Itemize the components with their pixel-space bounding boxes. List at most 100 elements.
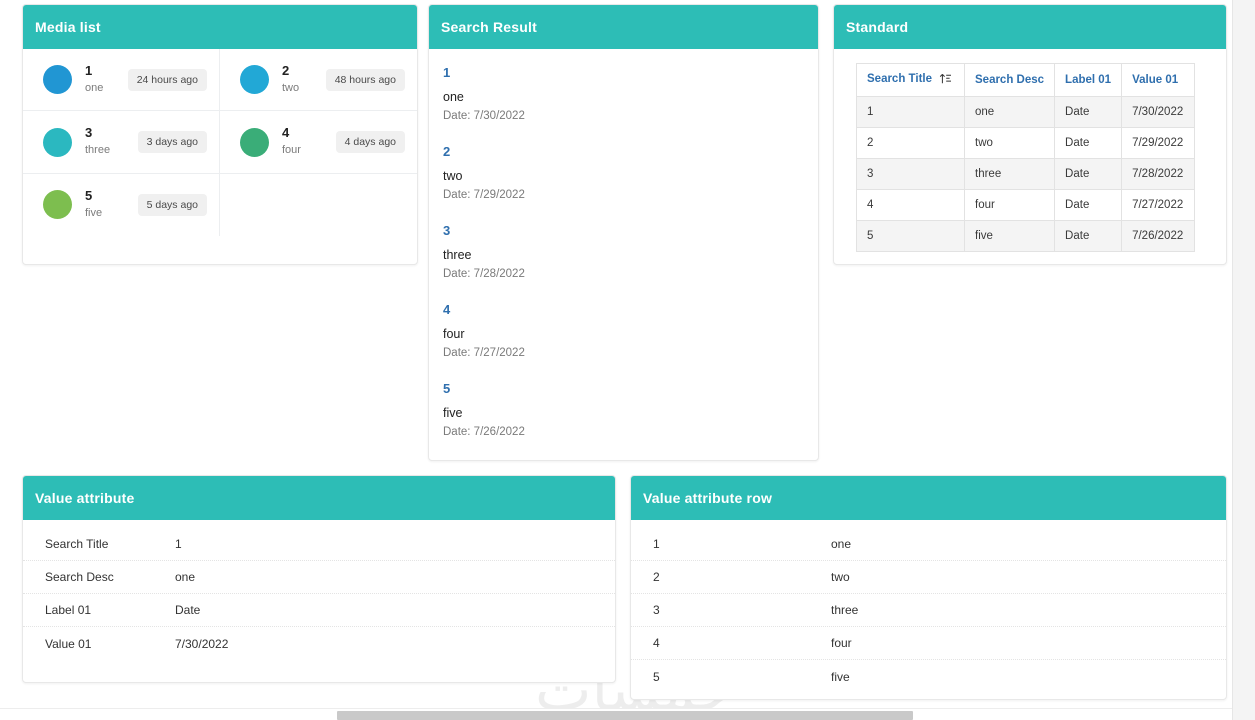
list-item: 1 one: [631, 528, 1226, 561]
media-list-grid: 1 one 24 hours ago 2 two 48 hours ago 3 …: [23, 49, 417, 236]
standard-card: Standard Search Title Search Desc Label …: [833, 4, 1227, 265]
search-result-date: Date: 7/28/2022: [443, 268, 525, 280]
standard-header: Standard: [834, 5, 1226, 49]
media-item-text: 4 four: [282, 125, 330, 158]
standard-table: Search Title Search Desc Label 01 Value …: [856, 63, 1196, 252]
cell-search-desc: one: [963, 96, 1056, 128]
media-list-item[interactable]: 4 four 4 days ago: [220, 111, 417, 174]
horizontal-scrollbar[interactable]: [0, 708, 1232, 720]
search-result-item: 2 two Date: 7/29/2022: [429, 144, 818, 223]
column-header-label: Search Title: [867, 73, 932, 85]
media-item-time-badge: 4 days ago: [335, 131, 405, 154]
column-header-search-desc[interactable]: Search Desc: [963, 63, 1056, 97]
media-item-subtitle: three: [85, 144, 111, 157]
standard-header-row: Search Title Search Desc Label 01 Value …: [856, 63, 1196, 97]
standard-table-body: 1 one Date 7/30/2022 2 two Date 7/29/202…: [856, 96, 1196, 252]
cell-search-title: 1: [856, 96, 965, 128]
standard-table-head: Search Title Search Desc Label 01 Value …: [856, 63, 1196, 97]
row-value: two: [831, 570, 850, 584]
value-attribute-row-card: Value attribute row 1 one 2 two 3 three …: [630, 475, 1227, 700]
value-attribute-header: Value attribute: [23, 476, 615, 520]
media-item-text: 1 one: [85, 63, 122, 96]
cell-search-desc: two: [963, 127, 1056, 159]
cell-search-title: 3: [856, 158, 965, 190]
avatar: [43, 190, 72, 220]
media-item-title: 3: [85, 125, 93, 141]
search-result-date: Date: 7/30/2022: [443, 110, 525, 122]
value-attribute-body: Search Title 1 Search Desc one Label 01 …: [23, 520, 615, 670]
standard-body: Search Title Search Desc Label 01 Value …: [834, 49, 1226, 252]
horizontal-scrollbar-thumb[interactable]: [337, 711, 913, 720]
attribute-value: one: [175, 570, 196, 584]
value-attribute-row-header: Value attribute row: [631, 476, 1226, 520]
attribute-label: Label 01: [45, 603, 92, 617]
column-header-search-title[interactable]: Search Title: [856, 63, 965, 97]
cell-search-title: 5: [856, 220, 965, 252]
media-item-title: 1: [85, 63, 93, 78]
value-attribute-row-body: 1 one 2 two 3 three 4 four 5 five: [631, 520, 1226, 693]
row-key: 2: [653, 570, 660, 584]
media-list-item[interactable]: 1 one 24 hours ago: [23, 49, 220, 112]
media-item-time-badge: 5 days ago: [137, 193, 207, 216]
attribute-value: 7/30/2022: [175, 636, 229, 651]
search-result-link[interactable]: 3: [443, 223, 804, 238]
cell-value-01: 7/30/2022: [1121, 96, 1196, 128]
sort-ascending-icon[interactable]: [939, 73, 952, 87]
search-result-link[interactable]: 1: [443, 65, 804, 80]
media-item-text: 2 two: [282, 63, 320, 96]
cell-label-01: Date: [1054, 96, 1123, 128]
cell-value-01: 7/26/2022: [1121, 220, 1196, 252]
media-list-item[interactable]: 5 five 5 days ago: [23, 173, 220, 236]
media-item-time-badge: 48 hours ago: [325, 68, 405, 91]
media-list-body: 1 one 24 hours ago 2 two 48 hours ago 3 …: [23, 49, 417, 236]
attribute-label: Value 01: [45, 636, 92, 651]
table-row[interactable]: 4 four Date 7/27/2022: [856, 189, 1196, 221]
value-attribute-rows: Search Title 1 Search Desc one Label 01 …: [23, 520, 615, 670]
row-key: 4: [653, 636, 660, 650]
media-item-time-badge: 24 hours ago: [127, 68, 207, 91]
media-list-header: Media list: [23, 5, 417, 49]
cell-search-desc: four: [963, 189, 1056, 221]
search-result-date: Date: 7/29/2022: [443, 189, 525, 201]
cell-value-01: 7/27/2022: [1121, 189, 1196, 221]
cell-search-desc: three: [963, 158, 1056, 190]
search-result-date: Date: 7/27/2022: [443, 347, 525, 359]
value-attribute-row-entry: Search Desc one: [23, 561, 615, 594]
cell-value-01: 7/28/2022: [1121, 158, 1196, 190]
media-list-card: Media list 1 one 24 hours ago 2 two 48 h…: [22, 4, 418, 265]
table-row[interactable]: 1 one Date 7/30/2022: [856, 96, 1196, 128]
cell-search-title: 4: [856, 189, 965, 221]
avatar: [43, 127, 72, 157]
search-result-item: 5 five Date: 7/26/2022: [429, 381, 818, 460]
table-row[interactable]: 3 three Date 7/28/2022: [856, 158, 1196, 190]
attribute-label: Search Desc: [45, 570, 114, 584]
table-row[interactable]: 2 two Date 7/29/2022: [856, 127, 1196, 159]
search-result-body: 1 one Date: 7/30/2022 2 two Date: 7/29/2…: [429, 49, 818, 470]
row-value: three: [831, 603, 859, 617]
value-attribute-row-entry: Value 01 7/30/2022: [23, 627, 615, 660]
attribute-value: Date: [175, 603, 201, 617]
cell-label-01: Date: [1054, 220, 1123, 252]
media-item-text: 5 five: [85, 188, 132, 221]
search-result-link[interactable]: 4: [443, 302, 804, 317]
column-header-value-01[interactable]: Value 01: [1121, 63, 1196, 97]
media-list-item[interactable]: 3 three 3 days ago: [23, 111, 220, 174]
search-result-desc: one: [443, 90, 464, 104]
list-item: 4 four: [631, 627, 1226, 660]
table-row[interactable]: 5 five Date 7/26/2022: [856, 220, 1196, 252]
value-attribute-row-entry: Search Title 1: [23, 528, 615, 561]
search-result-card: Search Result 1 one Date: 7/30/2022 2 tw…: [428, 4, 819, 461]
search-result-link[interactable]: 5: [443, 381, 804, 396]
column-header-label-01[interactable]: Label 01: [1054, 63, 1123, 97]
media-item-text: 3 three: [85, 125, 132, 158]
cell-search-desc: five: [963, 220, 1056, 252]
media-item-subtitle: four: [282, 144, 301, 157]
media-list-empty-cell: [220, 174, 417, 236]
search-result-item: 3 three Date: 7/28/2022: [429, 223, 818, 302]
search-result-link[interactable]: 2: [443, 144, 804, 159]
search-result-desc: four: [443, 327, 465, 341]
right-gutter: [1232, 0, 1255, 720]
media-item-subtitle: one: [85, 81, 104, 94]
search-result-desc: three: [443, 248, 472, 262]
media-list-item[interactable]: 2 two 48 hours ago: [220, 49, 417, 112]
